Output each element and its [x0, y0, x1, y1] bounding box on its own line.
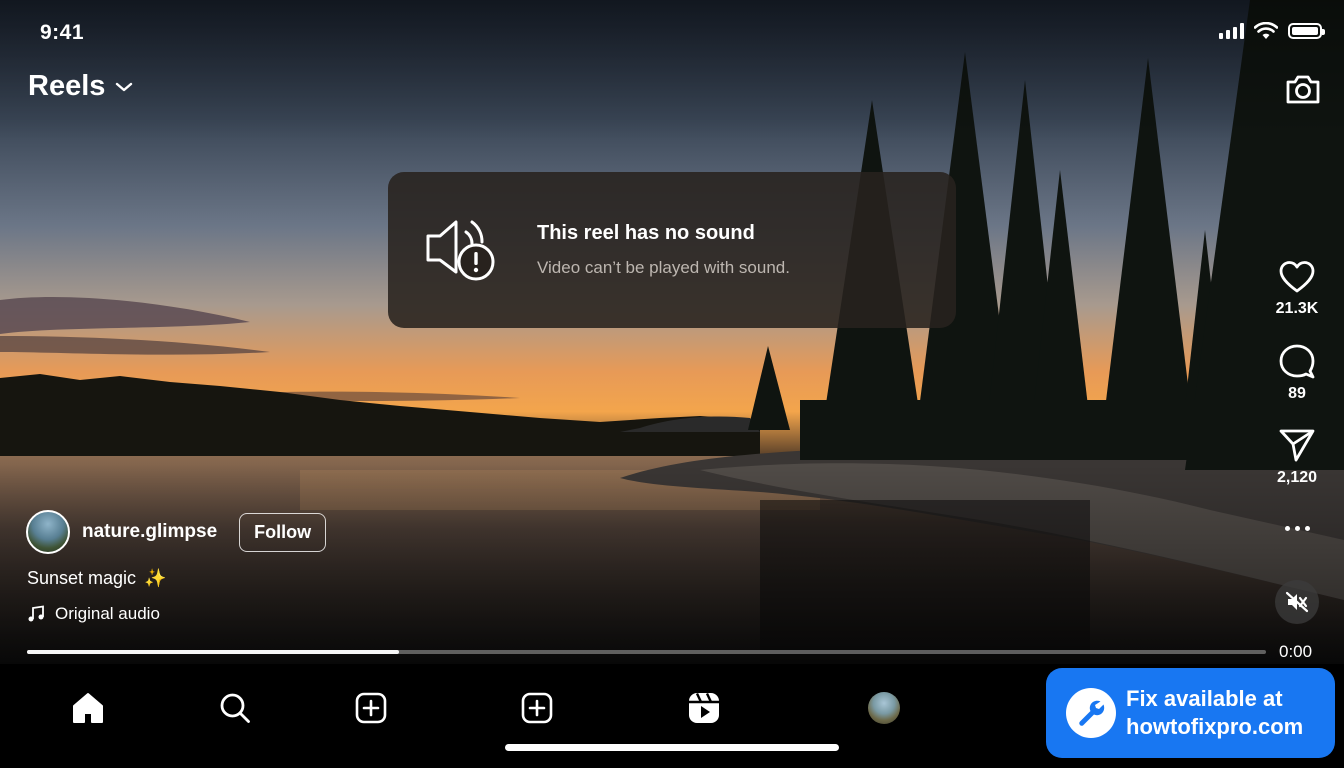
- reels-icon: [689, 692, 719, 723]
- cellular-signal-icon: [1219, 23, 1244, 39]
- speaker-muted-icon: [1285, 591, 1309, 613]
- camera-icon[interactable]: [1284, 70, 1322, 108]
- page-title: Reels: [28, 70, 106, 102]
- more-dot-icon: [1284, 525, 1290, 531]
- caption: Sunset magic ✨: [27, 568, 166, 589]
- progress-bar[interactable]: [27, 650, 1266, 654]
- audio-link[interactable]: Original audio: [27, 604, 160, 624]
- top-scrim: [0, 0, 1344, 140]
- nav-create-2[interactable]: [507, 678, 567, 738]
- battery-icon: [1288, 23, 1325, 39]
- create-icon: [521, 692, 553, 724]
- speaker-alert-icon: [426, 220, 495, 281]
- like-count: 21.3K: [1275, 300, 1319, 317]
- no-sound-toast: This reel has no sound Video can’t be pl…: [388, 172, 956, 328]
- more-options-button[interactable]: [1281, 518, 1313, 538]
- fix-promo-banner[interactable]: Fix available at howtofixpro.com: [1046, 668, 1335, 758]
- toast-subtitle: Video can’t be played with sound.: [537, 258, 790, 277]
- promo-text: Fix available at howtofixpro.com: [1126, 685, 1303, 741]
- progress-fill: [27, 650, 399, 654]
- nav-reels[interactable]: [674, 678, 734, 738]
- author-row: nature.glimpse Follow: [26, 510, 327, 554]
- reel-video[interactable]: [0, 0, 1344, 664]
- sparkles-emoji: ✨: [144, 568, 167, 588]
- promo-line-2: howtofixpro.com: [1126, 714, 1304, 739]
- wifi-icon: [1254, 22, 1278, 39]
- more-dot-icon: [1304, 525, 1310, 531]
- like-button[interactable]: 21.3K: [1265, 260, 1329, 318]
- comment-count: 89: [1288, 385, 1306, 402]
- nav-search[interactable]: [205, 678, 265, 738]
- avatar[interactable]: [26, 510, 70, 554]
- status-icons: [1219, 22, 1325, 40]
- caption-text: Sunset magic: [27, 568, 137, 588]
- time-display: 0:00: [1279, 642, 1313, 661]
- mute-toggle-button[interactable]: [1275, 580, 1319, 624]
- follow-button[interactable]: Follow: [239, 512, 327, 552]
- profile-avatar: [868, 692, 900, 724]
- home-indicator: [505, 744, 839, 751]
- nav-profile[interactable]: [854, 678, 914, 738]
- more-dot-icon: [1294, 525, 1300, 531]
- heart-icon: [1279, 261, 1315, 293]
- comment-icon: [1279, 344, 1315, 379]
- status-time: 9:41: [40, 21, 85, 44]
- promo-line-1: Fix available at: [1126, 686, 1283, 711]
- toast-title: This reel has no sound: [537, 222, 755, 244]
- share-count: 2,120: [1276, 469, 1318, 486]
- send-icon: [1279, 429, 1315, 462]
- wrench-icon: [1066, 688, 1116, 738]
- home-icon: [73, 693, 103, 723]
- search-icon: [220, 693, 250, 723]
- nav-home[interactable]: [58, 678, 118, 738]
- nav-create[interactable]: [341, 678, 401, 738]
- share-button[interactable]: 2,120: [1265, 427, 1329, 487]
- reels-dropdown[interactable]: Reels: [28, 70, 133, 103]
- music-note-icon: [28, 605, 44, 622]
- audio-label: Original audio: [55, 604, 160, 623]
- bottom-scrim: [0, 464, 1344, 664]
- chevron-down-icon: [116, 82, 133, 91]
- comment-button[interactable]: 89: [1265, 343, 1329, 403]
- username[interactable]: nature.glimpse: [82, 521, 217, 543]
- toast-text: This reel has no sound Video can’t be pl…: [537, 222, 790, 278]
- create-icon: [355, 692, 387, 724]
